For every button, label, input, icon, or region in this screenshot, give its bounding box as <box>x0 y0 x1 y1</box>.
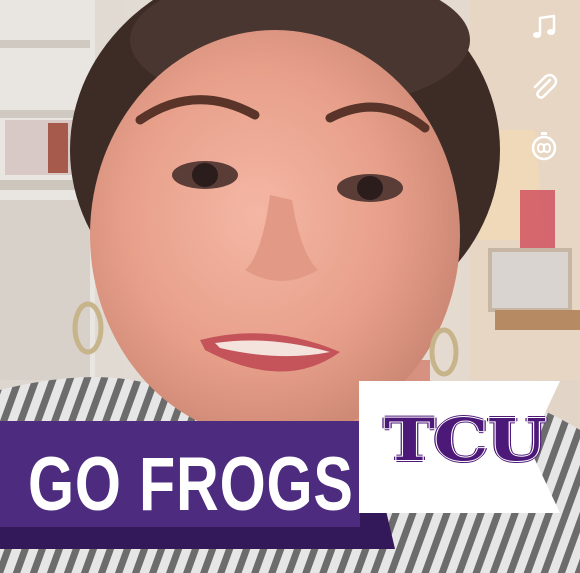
paperclip-icon <box>533 73 558 99</box>
tcu-logo: TCU <box>384 406 547 474</box>
timer-icon <box>531 132 557 161</box>
snap-camera-view: GO FROGS! TCU <box>0 0 580 573</box>
banner-text: GO FROGS! <box>28 442 375 527</box>
music-note-icon <box>533 14 556 38</box>
music-button[interactable] <box>526 10 562 46</box>
go-frogs-banner-sticker[interactable]: GO FROGS! <box>0 421 395 549</box>
timer-button[interactable] <box>526 128 562 164</box>
camera-side-toolbar <box>526 10 562 187</box>
attach-link-button[interactable] <box>526 69 562 105</box>
